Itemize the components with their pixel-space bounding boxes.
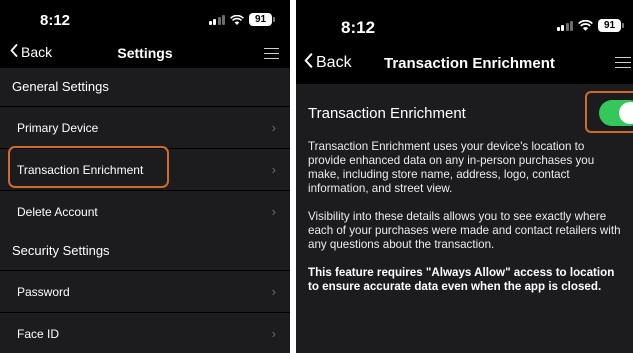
chevron-right-icon: › <box>271 284 276 299</box>
chevron-right-icon: › <box>271 204 276 219</box>
signal-icon <box>208 14 225 25</box>
row-password[interactable]: Password › <box>0 270 290 312</box>
row-label: Face ID <box>17 327 60 341</box>
toggle-label: Transaction Enrichment <box>308 105 466 122</box>
visibility-paragraph: Visibility into these details allows you… <box>308 210 621 251</box>
status-bar: 8:12 91 <box>296 0 633 38</box>
page-title: Transaction Enrichment <box>384 55 555 72</box>
menu-icon[interactable] <box>615 57 631 68</box>
nav-bar: Back Settings <box>0 38 290 68</box>
signal-icon <box>556 20 573 31</box>
back-label: Back <box>316 54 352 71</box>
chevron-right-icon: › <box>271 120 276 135</box>
row-label: Password <box>17 285 70 299</box>
transaction-enrichment-screen: 8:12 91 Back Transaction Enrichment Tran… <box>296 0 633 353</box>
status-icons: 91 <box>556 19 624 32</box>
battery-icon: 91 <box>598 19 624 32</box>
detail-content: Transaction Enrichment Transaction Enric… <box>296 84 633 353</box>
back-button[interactable]: Back <box>304 53 352 73</box>
status-bar: 8:12 91 <box>0 0 290 38</box>
row-face-id[interactable]: Face ID › <box>0 312 290 353</box>
toggle-knob <box>619 102 633 124</box>
settings-screen: 8:12 91 Back Settings General Settings P… <box>0 0 290 353</box>
status-icons: 91 <box>208 13 275 26</box>
chevron-right-icon: › <box>271 162 276 177</box>
menu-icon[interactable] <box>264 48 279 59</box>
row-delete-account[interactable]: Delete Account › <box>0 190 290 232</box>
row-transaction-enrichment[interactable]: Transaction Enrichment › <box>0 148 290 190</box>
requirement-paragraph: This feature requires "Always Allow" acc… <box>308 266 615 293</box>
status-time: 8:12 <box>341 18 376 37</box>
row-primary-device[interactable]: Primary Device › <box>0 106 290 148</box>
status-time: 8:12 <box>40 12 71 29</box>
chevron-right-icon: › <box>271 326 276 341</box>
chevron-left-icon <box>304 53 313 73</box>
wifi-icon <box>578 20 593 31</box>
section-security-settings: Security Settings <box>0 232 290 270</box>
description-paragraph: Transaction Enrichment uses your device'… <box>308 140 595 195</box>
page-title: Settings <box>117 45 173 61</box>
toggle-row: Transaction Enrichment <box>308 91 633 133</box>
nav-bar: Back Transaction Enrichment <box>296 38 633 72</box>
wifi-icon <box>230 14 244 25</box>
battery-icon: 91 <box>249 13 275 26</box>
settings-list: General Settings Primary Device › Transa… <box>0 68 290 353</box>
row-label: Delete Account <box>17 205 98 219</box>
section-general-settings: General Settings <box>0 68 290 106</box>
transaction-enrichment-toggle[interactable] <box>599 100 633 126</box>
row-label: Primary Device <box>17 121 99 135</box>
row-label: Transaction Enrichment <box>17 163 144 177</box>
